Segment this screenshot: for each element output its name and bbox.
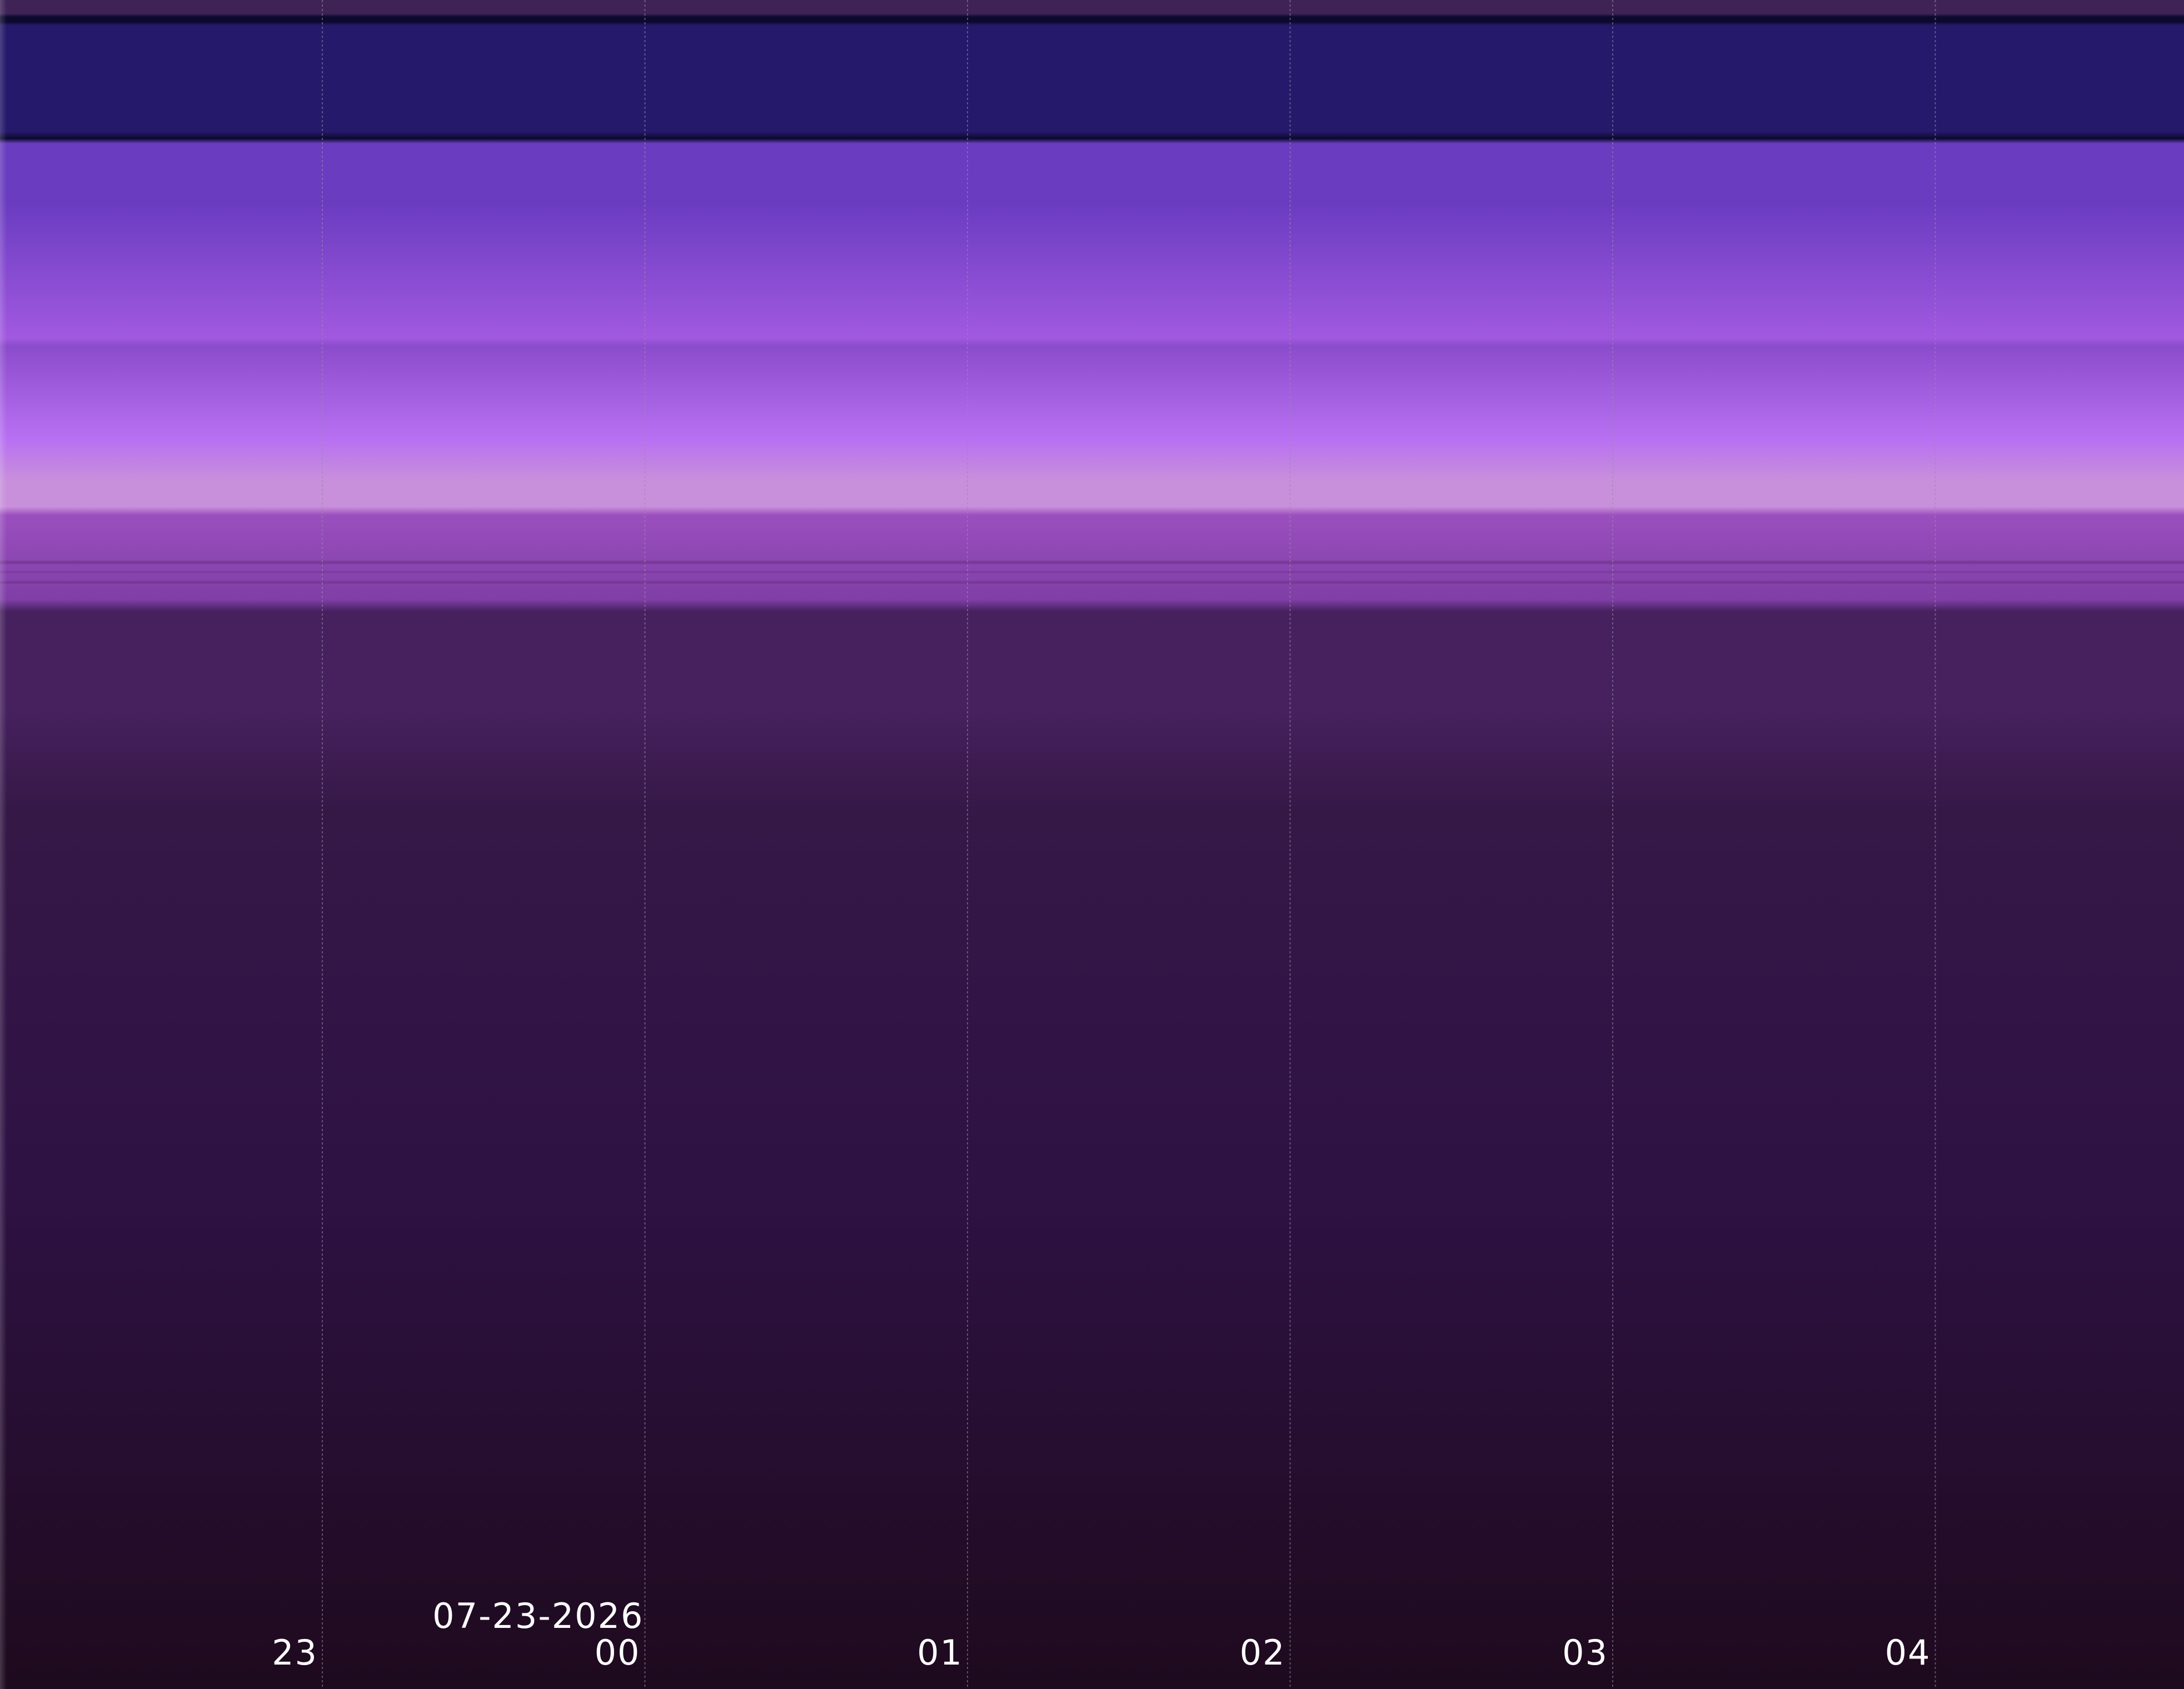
noise-row: [0, 581, 2184, 584]
x-tick-label: 00: [595, 1632, 641, 1673]
x-tick-label: 04: [1885, 1632, 1931, 1673]
x-tick-label: 23: [272, 1632, 318, 1673]
noise-row: [0, 571, 2184, 573]
x-tick-label: 02: [1240, 1632, 1286, 1673]
spectrogram-chart: 23 0007-23-2026 01 02 03 04: [0, 0, 2184, 1689]
x-tick-label: 03: [1562, 1632, 1608, 1673]
x-date-label: 07-23-2026: [432, 1596, 644, 1636]
heatmap-field: [0, 0, 2184, 1689]
left-edge-strip: [0, 0, 7, 1689]
noise-row: [0, 561, 2184, 564]
x-tick-label: 01: [917, 1632, 963, 1673]
